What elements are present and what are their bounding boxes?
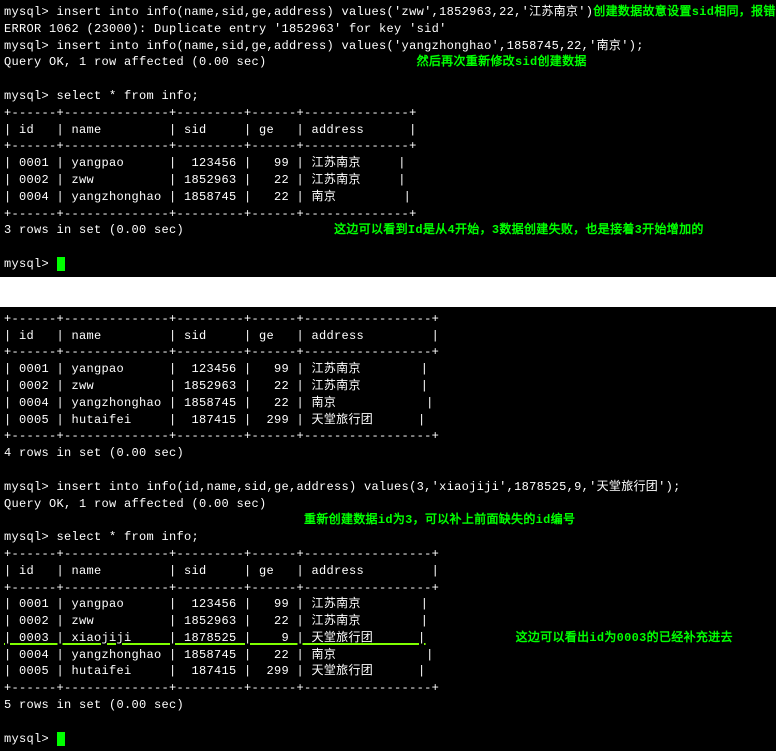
table-row: | 0005 | hutaifei | 187415 | 299 | 天堂旅行团… — [4, 413, 426, 427]
table-row: | 0002 | zww | 1852963 | 22 | 江苏南京 | — [4, 173, 406, 187]
gap-between-terminals — [0, 277, 776, 307]
table-row: | 0004 | yangzhonghao | 1858745 | 22 | 南… — [4, 396, 434, 410]
query-ok-2: Query OK, 1 row affected (0.00 sec) — [4, 497, 267, 511]
terminal-block-1[interactable]: mysql> insert into info(name,sid,ge,addr… — [0, 0, 776, 277]
terminal-block-2[interactable]: +------+--------------+---------+------+… — [0, 307, 776, 751]
table-row: | 0004 | yangzhonghao | 1858745 | 22 | 南… — [4, 648, 434, 662]
table-row: | 0005 | hutaifei | 187415 | 299 | 天堂旅行团… — [4, 664, 426, 678]
note-retry: 然后再次重新修改sid创建数据 — [417, 55, 587, 69]
error-line: ERROR 1062 (23000): Duplicate entry '185… — [4, 22, 447, 36]
mysql-prompt: mysql> — [4, 257, 57, 271]
table-row: | 0004 | yangzhonghao | 1858745 | 22 | 南… — [4, 190, 411, 204]
table-sep: +------+--------------+---------+------+… — [4, 139, 417, 153]
table-sep: +------+--------------+---------+------+… — [4, 681, 439, 695]
mysql-prompt: mysql> — [4, 732, 57, 746]
note-id4: 这边可以看到Id是从4开始，3数据创建失败，也是接着3开始增加的 — [334, 223, 704, 237]
table-row: | 0001 | yangpao | 123456 | 99 | 江苏南京 | — [4, 597, 428, 611]
cmd-select-1: mysql> select * from info; — [4, 89, 199, 103]
rows-in-set: 3 rows in set (0.00 sec) — [4, 223, 184, 237]
table-row-highlighted: | 0003 | xiaojiji | 1878525 | 9 | 天堂旅行团 … — [4, 631, 426, 645]
table-sep: +------+--------------+---------+------+… — [4, 429, 439, 443]
cmd-select-2: mysql> select * from info; — [4, 530, 199, 544]
query-ok-1: Query OK, 1 row affected (0.00 sec) — [4, 55, 267, 69]
table-sep: +------+--------------+---------+------+… — [4, 345, 439, 359]
table-header: | id | name | sid | ge | address | — [4, 123, 417, 137]
table-row: | 0001 | yangpao | 123456 | 99 | 江苏南京 | — [4, 156, 406, 170]
table-row: | 0002 | zww | 1852963 | 22 | 江苏南京 | — [4, 379, 428, 393]
rows-in-set: 4 rows in set (0.00 sec) — [4, 446, 184, 460]
note-sid-same: 创建数据故意设置sid相同，报错 — [593, 5, 775, 19]
cmd-insert-id3: mysql> insert into info(id,name,sid,ge,a… — [4, 480, 681, 494]
note-rebuild-id3: 重新创建数据id为3，可以补上前面缺失的id编号 — [304, 513, 575, 527]
table-sep: +------+--------------+---------+------+… — [4, 312, 439, 326]
table-sep: +------+--------------+---------+------+… — [4, 581, 439, 595]
table-sep: +------+--------------+---------+------+… — [4, 207, 417, 221]
table-sep: +------+--------------+---------+------+… — [4, 106, 417, 120]
note-id3-added: 这边可以看出id为0003的已经补充进去 — [516, 631, 733, 645]
cursor-icon — [57, 732, 65, 746]
table-header: | id | name | sid | ge | address | — [4, 329, 439, 343]
table-header: | id | name | sid | ge | address | — [4, 564, 439, 578]
cmd-insert-yang: mysql> insert into info(name,sid,ge,addr… — [4, 39, 644, 53]
table-row: | 0002 | zww | 1852963 | 22 | 江苏南京 | — [4, 614, 428, 628]
table-sep: +------+--------------+---------+------+… — [4, 547, 439, 561]
cursor-icon — [57, 257, 65, 271]
table-row: | 0001 | yangpao | 123456 | 99 | 江苏南京 | — [4, 362, 428, 376]
cmd-insert-zww: mysql> insert into info(name,sid,ge,addr… — [4, 5, 593, 19]
